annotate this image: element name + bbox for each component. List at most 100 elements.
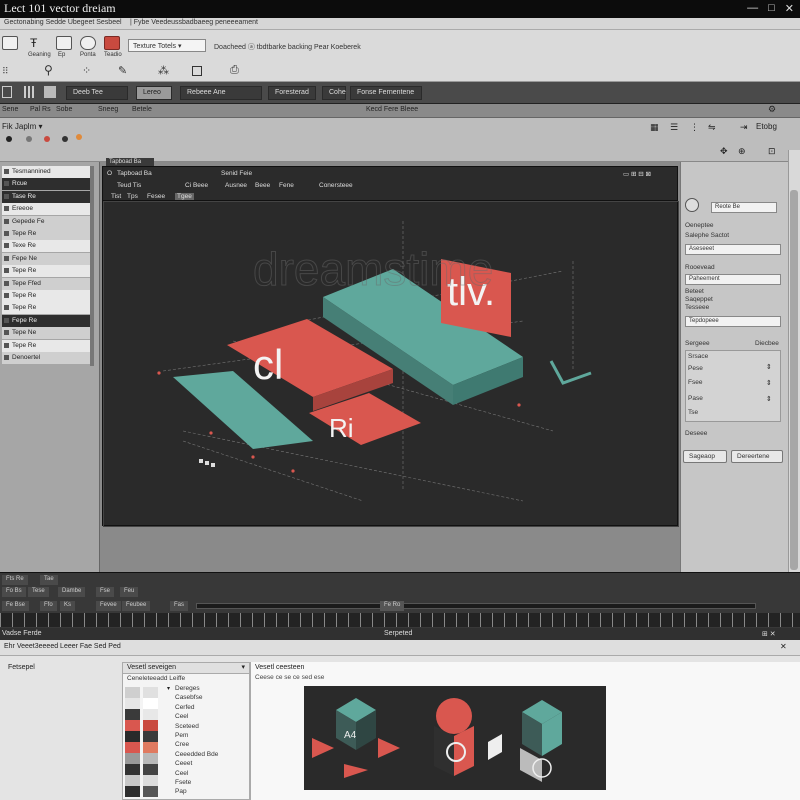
settings-icon[interactable]: ⚙ [768, 104, 776, 115]
search-icon[interactable]: ⚲ [44, 63, 53, 77]
layer-visibility-icon[interactable] [4, 268, 9, 274]
subbar-item-2[interactable]: Pal Rs [30, 106, 51, 113]
tl-row3-2[interactable]: Ffo [40, 601, 57, 611]
layer-row[interactable]: Tepe Re [2, 265, 92, 278]
layer-row[interactable]: Fepe Re [2, 314, 92, 327]
stepper-icon-2[interactable]: ⇕ [766, 379, 772, 387]
option-chip-6[interactable]: Fonse Fernentene [350, 86, 422, 100]
vp-sub-4[interactable]: Tgee [175, 193, 194, 200]
option-chip-4[interactable]: Foresterad [268, 86, 316, 100]
tool-row-left-label[interactable]: Fik Japlm ▾ [2, 122, 42, 131]
layer-visibility-icon[interactable] [4, 218, 9, 224]
menu-right-text[interactable]: | Fybe Veedeussbadbaeeg peneeeament [130, 19, 258, 26]
distribute-icon[interactable]: ⋮ [690, 122, 699, 133]
layer-row[interactable]: Fepe Ne [2, 252, 92, 265]
layer-visibility-icon[interactable] [4, 330, 9, 336]
zoom-icon[interactable]: ⊕ [738, 146, 746, 157]
swatch-item[interactable]: Cerfed [175, 704, 195, 711]
option-chip-3[interactable]: Rebeee Ane [180, 86, 262, 100]
tl-row3-3[interactable]: Ks [60, 601, 76, 611]
dot-icon[interactable] [26, 136, 32, 142]
vp-sub-1[interactable]: Tist [111, 193, 121, 200]
preview-thumbnail[interactable]: A4 [304, 686, 606, 790]
color-swatch[interactable] [143, 786, 158, 797]
chevron-down-icon[interactable]: ▾ [241, 663, 245, 671]
swatch-item[interactable]: Ceeet [175, 760, 192, 767]
layer-row[interactable]: Tepe Re [2, 302, 92, 315]
nodes-icon[interactable]: ⁘ [82, 64, 91, 77]
swatch-item[interactable]: Casebfse [175, 694, 202, 701]
layer-row[interactable]: Rcue [2, 178, 92, 191]
layer-visibility-icon[interactable] [4, 342, 9, 348]
avatar-icon[interactable] [685, 198, 699, 212]
dark-dot-icon[interactable] [62, 136, 68, 142]
layer-visibility-icon[interactable] [4, 193, 9, 199]
subbar-item-1[interactable]: Sene [2, 106, 18, 113]
layer-visibility-icon[interactable] [4, 181, 9, 187]
layer-row[interactable]: Tepe Re [2, 290, 92, 302]
layer-row[interactable]: Tesmannined [2, 166, 92, 178]
layer-row[interactable]: Ereeoe [2, 203, 92, 216]
new-file-icon[interactable] [2, 36, 18, 50]
color-swatch[interactable] [125, 720, 140, 731]
swatch-item[interactable]: Ceel [175, 713, 188, 720]
layer-row[interactable]: Gepede Fe [2, 215, 92, 228]
color-swatch[interactable] [143, 731, 158, 742]
close-button[interactable]: ✕ [785, 2, 794, 15]
asset-bar-close-icon[interactable]: ✕ [780, 642, 787, 651]
layer-visibility-icon[interactable] [4, 206, 9, 212]
reset-button[interactable]: Dereertene [731, 450, 783, 463]
option-chip-2[interactable]: Lereo [136, 86, 172, 100]
layer-visibility-icon[interactable] [4, 280, 9, 286]
swatch-item[interactable]: Pem [175, 732, 188, 739]
red-dot-icon[interactable] [44, 136, 50, 142]
color-swatch[interactable] [125, 709, 140, 720]
rp-field-2[interactable]: Paheement [685, 274, 781, 285]
layers-scrollbar[interactable] [90, 166, 94, 366]
color-swatch[interactable] [125, 753, 140, 764]
color-swatch[interactable] [125, 742, 140, 753]
tl-row2-5[interactable]: Feu [120, 587, 139, 597]
layer-row[interactable]: Tepe Ne [2, 327, 92, 340]
flip-icon[interactable]: ⇋ [708, 122, 716, 133]
tl-row3-6[interactable]: Fas [170, 601, 189, 611]
grid-tool-icon[interactable] [24, 86, 36, 98]
vp-opt-6[interactable]: Conersteee [319, 182, 353, 189]
vp-opt-1[interactable]: Teud Tis [117, 182, 141, 189]
tl-row2-4[interactable]: Fse [96, 587, 115, 597]
vp-opt-4[interactable]: Beee [255, 182, 270, 189]
color-swatch[interactable] [143, 687, 158, 698]
option-chip-5[interactable]: Cohe [322, 86, 346, 100]
panel-controls-icon[interactable]: ⊞ ✕ [762, 630, 776, 638]
print-icon[interactable]: ⎙ [230, 64, 239, 77]
color-swatch[interactable] [143, 742, 158, 753]
vp-view-icons[interactable]: ▭ ⊞ ⊟ ⊠ [623, 170, 651, 178]
rp-field-3[interactable]: Tepdopeee [685, 316, 781, 327]
swatch-item[interactable]: Fsete [175, 779, 191, 786]
scroll-thumb[interactable] [790, 190, 798, 570]
layer-visibility-icon[interactable] [4, 293, 9, 298]
move-icon[interactable]: ✥ [720, 146, 728, 157]
color-swatch[interactable] [125, 687, 140, 698]
brush-icon[interactable] [80, 36, 96, 50]
stepper-icon[interactable]: ⇕ [766, 363, 772, 371]
menu-left-text[interactable]: Gectonabing Sedde Ubegeet Sesbeel [4, 19, 122, 26]
tl-row2-1[interactable]: Fo Bs [2, 587, 26, 597]
layer-visibility-icon[interactable] [4, 243, 9, 249]
tl-row2-3[interactable]: Dambe [58, 587, 86, 597]
color-swatch[interactable] [125, 731, 140, 742]
layer-visibility-icon[interactable] [4, 255, 9, 261]
color-swatch[interactable] [143, 698, 158, 709]
swatch-item[interactable]: Ceeedded Bde [175, 751, 218, 758]
color-swatch[interactable] [125, 764, 140, 775]
vp-sub-2[interactable]: Tps [127, 193, 138, 200]
vp-opt-5[interactable]: Fene [279, 182, 294, 189]
pen-icon[interactable]: ✎ [118, 64, 127, 77]
expand-icon[interactable]: ▾ [167, 685, 170, 692]
color-swatch-icon[interactable] [104, 36, 120, 50]
subbar-item-6[interactable]: Kecd Fere Bleee [366, 106, 418, 113]
vp-opt-2[interactable]: Ci Beee [185, 182, 208, 189]
color-swatch[interactable] [125, 698, 140, 709]
swatch-item[interactable]: Dereges [175, 685, 200, 692]
layers-icon[interactable] [56, 36, 72, 50]
